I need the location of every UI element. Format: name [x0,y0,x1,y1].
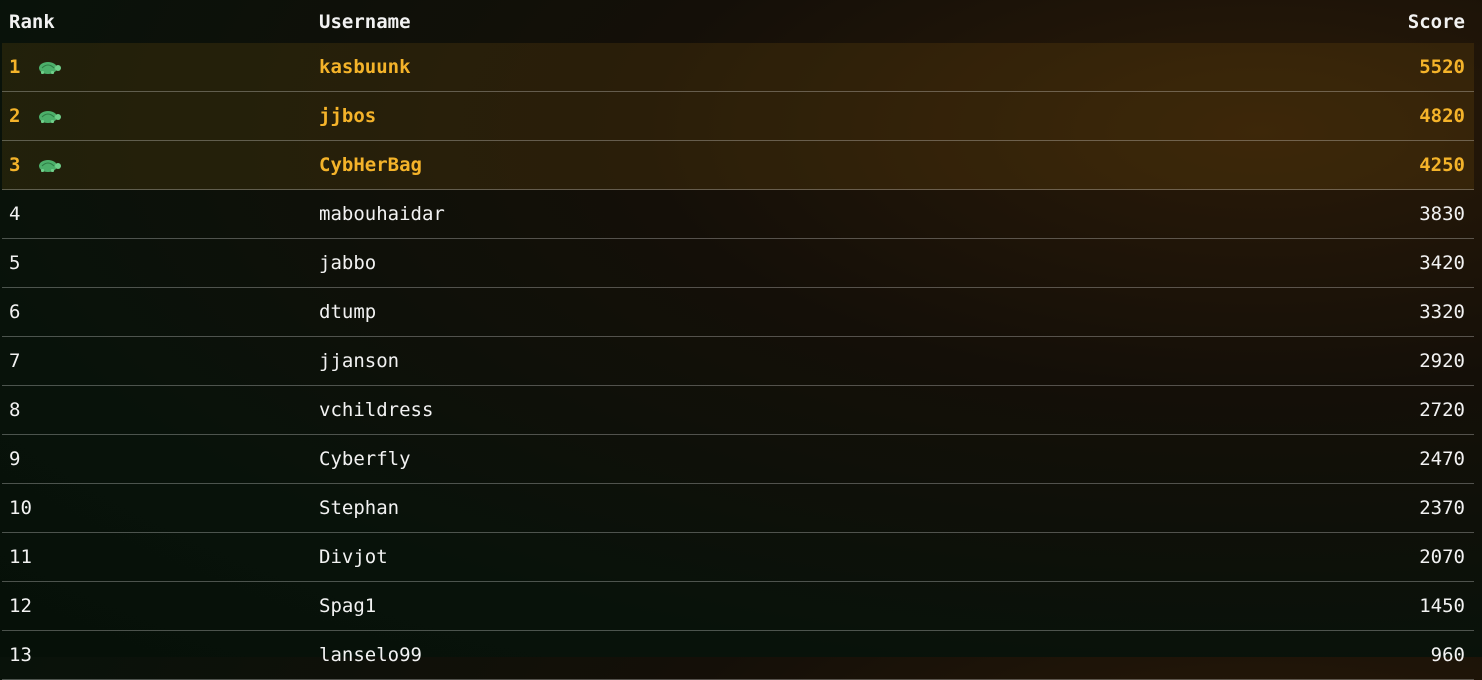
rank-cell: 4 [9,203,21,225]
username-cell: Cyberfly [319,448,411,470]
rank-cell: 3 [9,154,62,176]
score-cell: 2920 [1419,350,1465,372]
score-cell: 2070 [1419,546,1465,568]
score-cell: 1450 [1419,595,1465,617]
score-cell: 960 [1430,644,1465,666]
username-cell: Spag1 [319,595,377,617]
rank-cell: 7 [9,350,21,372]
table-row: 7 jjanson 2920 [2,337,1474,386]
username-cell: dtump [319,301,377,323]
table-row: 10 Stephan 2370 [2,484,1474,533]
leaderboard-table: Rank Username Score 1 kasbuunk 5520 2 jj… [2,0,1474,680]
rank-cell: 6 [9,301,21,323]
username-cell: kasbuunk [319,56,411,78]
rank-cell: 9 [9,448,21,470]
username-cell: Divjot [319,546,388,568]
rank-cell: 13 [9,644,32,666]
table-row: 9 Cyberfly 2470 [2,435,1474,484]
table-row: 13 lanselo99 960 [2,631,1474,680]
rank-cell: 12 [9,595,32,617]
username-cell: lanselo99 [319,644,422,666]
table-row: 1 kasbuunk 5520 [2,43,1474,92]
score-cell: 4820 [1419,105,1465,127]
score-cell: 3420 [1419,252,1465,274]
table-row: 3 CybHerBag 4250 [2,141,1474,190]
table-row: 12 Spag1 1450 [2,582,1474,631]
table-header: Rank Username Score [2,0,1474,43]
score-cell: 5520 [1419,56,1465,78]
score-column-header: Score [1407,10,1465,33]
rank-column-header: Rank [9,10,55,33]
username-cell: vchildress [319,399,434,421]
username-cell: CybHerBag [319,154,422,176]
username-cell: mabouhaidar [319,203,445,225]
score-cell: 2470 [1419,448,1465,470]
rank-value: 3 [9,154,21,176]
rank-cell: 8 [9,399,21,421]
rank-cell: 11 [9,546,32,568]
table-row: 4 mabouhaidar 3830 [2,190,1474,239]
rank-cell: 2 [9,105,62,127]
table-row: 5 jabbo 3420 [2,239,1474,288]
username-column-header: Username [319,10,411,33]
turtle-icon [39,111,62,123]
score-cell: 2370 [1419,497,1465,519]
score-cell: 3830 [1419,203,1465,225]
rank-value: 1 [9,56,21,78]
rank-cell: 10 [9,497,32,519]
table-row: 8 vchildress 2720 [2,386,1474,435]
table-row: 2 jjbos 4820 [2,92,1474,141]
table-row: 6 dtump 3320 [2,288,1474,337]
username-cell: Stephan [319,497,400,519]
turtle-icon [39,160,62,172]
rank-cell: 5 [9,252,21,274]
table-row: 11 Divjot 2070 [2,533,1474,582]
username-cell: jabbo [319,252,377,274]
rank-value: 2 [9,105,21,127]
score-cell: 4250 [1419,154,1465,176]
score-cell: 2720 [1419,399,1465,421]
score-cell: 3320 [1419,301,1465,323]
turtle-icon [39,62,62,74]
username-cell: jjanson [319,350,400,372]
rank-cell: 1 [9,56,62,78]
username-cell: jjbos [319,105,377,127]
